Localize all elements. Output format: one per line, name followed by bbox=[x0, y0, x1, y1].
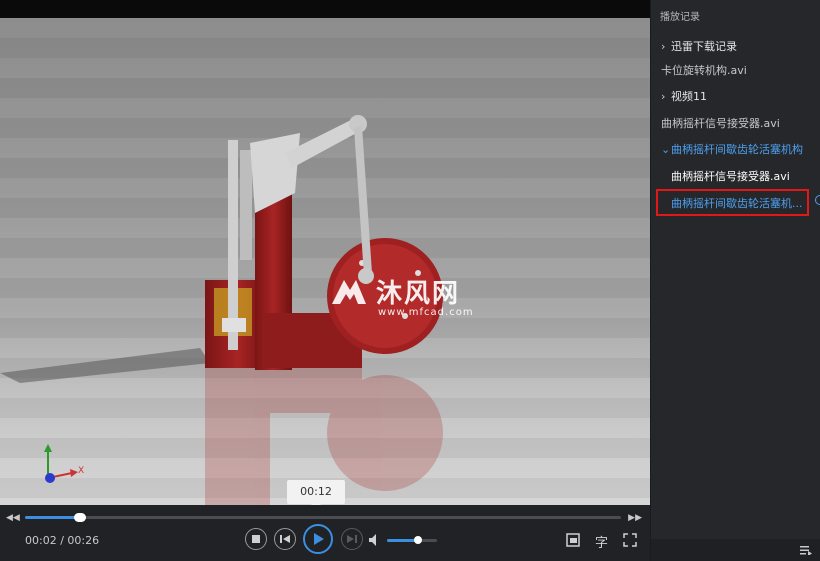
previous-button[interactable] bbox=[274, 528, 296, 550]
playlist-item-label: 视频11 bbox=[671, 90, 707, 103]
playlist-item-label: 迅雷下载记录 bbox=[671, 40, 737, 53]
playlist-item-label: 曲柄摇杆信号接受器.avi bbox=[671, 170, 790, 183]
watermark-url: www.mfcad.com bbox=[378, 307, 474, 318]
volume-icon[interactable] bbox=[368, 533, 382, 547]
axis-triad: X bbox=[38, 438, 98, 498]
current-time: 00:02 bbox=[25, 534, 57, 547]
previous-icon bbox=[280, 535, 290, 543]
play-icon bbox=[314, 533, 324, 545]
stop-icon bbox=[252, 535, 260, 543]
chevron-right-icon: › bbox=[661, 40, 666, 53]
playlist-item-signal-receiver[interactable]: 曲柄摇杆信号接受器.avi bbox=[661, 115, 780, 131]
volume-slider[interactable] bbox=[387, 536, 437, 544]
playlist-icon[interactable] bbox=[800, 545, 812, 555]
video-frame[interactable]: 沐风网 www.mfcad.com X bbox=[0, 18, 650, 505]
playlist-item-kawei[interactable]: 卡位旋转机构.avi bbox=[661, 62, 747, 78]
chevron-right-icon: › bbox=[661, 90, 666, 103]
stop-button[interactable] bbox=[245, 528, 267, 550]
time-separator: / bbox=[56, 534, 68, 547]
seek-thumb[interactable] bbox=[74, 513, 87, 522]
next-icon bbox=[347, 535, 357, 543]
picture-in-picture-icon[interactable] bbox=[566, 533, 580, 547]
video-area[interactable]: 沐风网 www.mfcad.com X 00:12 bbox=[0, 0, 650, 505]
watermark-text: 沐风网 bbox=[376, 279, 461, 309]
playlist-folder-crank-piston[interactable]: ⌄曲柄摇杆间歇齿轮活塞机构 bbox=[661, 141, 803, 157]
watermark-logo-icon bbox=[332, 279, 366, 304]
playlist-item-label: 卡位旋转机构.avi bbox=[661, 64, 747, 77]
playlist-item-label: 曲柄摇杆间歇齿轮活塞机构 bbox=[671, 143, 803, 156]
duration: 00:26 bbox=[67, 534, 100, 547]
fast-forward-icon[interactable]: ▶▶ bbox=[628, 513, 642, 523]
chevron-down-icon: ⌄ bbox=[661, 143, 671, 156]
playlist-sidebar: 播放记录 › 迅雷下载记录 卡位旋转机构.avi › 视频11 曲柄摇杆信号接受器.… bbox=[650, 0, 820, 561]
playlist-title: 播放记录 bbox=[660, 12, 700, 23]
next-button[interactable] bbox=[341, 528, 363, 550]
mechanism-render bbox=[0, 115, 443, 505]
seek-tooltip: 00:12 bbox=[287, 480, 345, 505]
seek-progress-fill bbox=[25, 516, 81, 519]
fullscreen-icon[interactable] bbox=[623, 533, 637, 547]
time-display: 00:02 / 00:26 bbox=[25, 534, 99, 547]
playlist-item-label: 曲柄摇杆间歇齿轮活塞机... bbox=[671, 197, 803, 210]
playlist-folder-xunlei[interactable]: › 迅雷下载记录 bbox=[661, 38, 737, 54]
playlist-item-label: 曲柄摇杆信号接受器.avi bbox=[661, 117, 780, 130]
watermark: 沐风网 www.mfcad.com bbox=[330, 273, 473, 318]
playlist-subitem-signal-receiver[interactable]: 曲柄摇杆信号接受器.avi bbox=[671, 168, 790, 184]
player-controls: ◀◀ ▶▶ 00:02 / 00:26 字 bbox=[0, 505, 650, 561]
rewind-icon[interactable]: ◀◀ bbox=[6, 513, 20, 523]
seek-bar[interactable] bbox=[25, 513, 621, 522]
play-button[interactable] bbox=[303, 524, 333, 554]
volume-thumb[interactable] bbox=[414, 536, 422, 544]
video-top-bar bbox=[0, 0, 650, 18]
subtitle-icon[interactable]: 字 bbox=[595, 532, 608, 551]
playlist-folder-video11[interactable]: › 视频11 bbox=[661, 88, 707, 104]
playing-indicator-icon bbox=[815, 195, 820, 205]
playlist-subitem-active[interactable]: 曲柄摇杆间歇齿轮活塞机... bbox=[671, 195, 803, 211]
axis-x-label: X bbox=[78, 466, 85, 476]
sidebar-footer bbox=[651, 539, 820, 561]
